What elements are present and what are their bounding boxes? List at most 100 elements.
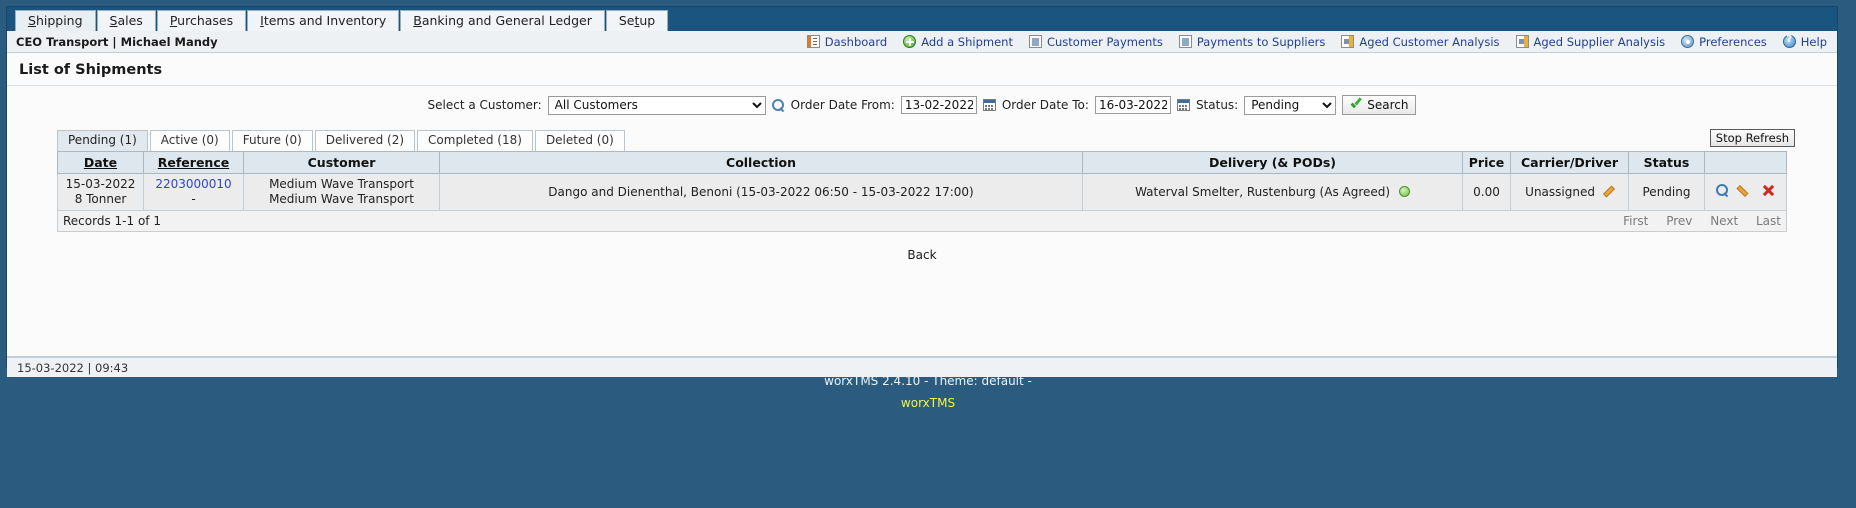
cell-carrier-text: Unassigned <box>1525 185 1595 199</box>
calendar-icon-from[interactable] <box>982 99 996 111</box>
cell-date-line1: 15-03-2022 <box>65 177 136 191</box>
status-filter-label: Status: <box>1195 98 1239 112</box>
application-window: SShippinghipping Sales Purchases Items a… <box>6 6 1838 377</box>
quick-link-aged-customer-analysis[interactable]: Aged Customer Analysis <box>1341 34 1500 49</box>
table-footer-row: Records 1-1 of 1 First Prev Next Last <box>57 210 1787 232</box>
cell-reference: 2203000010 - <box>143 173 244 211</box>
quick-link-aged-supplier-analysis-label: Aged Supplier Analysis <box>1533 34 1666 49</box>
cell-status: Pending <box>1628 173 1705 211</box>
cell-carrier-driver: Unassigned <box>1510 173 1629 211</box>
quick-link-customer-payments[interactable]: Customer Payments <box>1028 34 1163 49</box>
main-menu-bar: SShippinghipping Sales Purchases Items a… <box>7 7 1837 31</box>
back-link-wrapper: Back <box>7 248 1837 262</box>
edit-pencil-icon[interactable] <box>1603 186 1614 197</box>
shipments-table: Date Reference Customer Collection Deliv… <box>57 151 1787 232</box>
menu-tab-sales[interactable]: Sales <box>96 10 156 31</box>
view-icon[interactable] <box>1716 184 1729 197</box>
column-header-status: Status <box>1628 151 1705 174</box>
column-header-delivery: Delivery (& PODs) <box>1082 151 1463 174</box>
back-link[interactable]: Back <box>907 248 936 262</box>
date-to-input[interactable] <box>1094 96 1171 114</box>
report-icon <box>1341 35 1355 48</box>
edit-icon[interactable] <box>1739 184 1752 197</box>
status-bar-datetime: 15-03-2022 | 09:43 <box>17 360 129 375</box>
quick-link-dashboard[interactable]: Dashboard <box>806 35 887 49</box>
reference-link[interactable]: 2203000010 <box>149 177 238 192</box>
document-icon <box>1028 35 1042 48</box>
date-to-label: Order Date To: <box>1001 98 1089 112</box>
search-button-label: Search <box>1367 98 1409 112</box>
cell-customer-line2: Medium Wave Transport <box>269 192 414 206</box>
status-tab-row: Pending (1) Active (0) Future (0) Delive… <box>57 129 1837 151</box>
table-header-row: Date Reference Customer Collection Deliv… <box>57 151 1787 174</box>
footer-brand-link[interactable]: worxTMS <box>0 396 1856 410</box>
content-panel: List of Shipments Select a Customer: All… <box>7 53 1837 357</box>
quick-link-add-a-shipment-label: Add a Shipment <box>921 34 1013 49</box>
help-icon <box>1782 34 1796 48</box>
customer-select[interactable]: All Customers <box>547 95 766 115</box>
menu-tab-items-and-inventory[interactable]: Items and Inventory <box>247 10 400 31</box>
menu-tab-purchases[interactable]: Purchases <box>156 10 247 31</box>
page-title: List of Shipments <box>7 53 1837 86</box>
column-header-price: Price <box>1462 151 1511 174</box>
quick-link-aged-supplier-analysis[interactable]: Aged Supplier Analysis <box>1515 34 1666 49</box>
cell-date: 15-03-2022 8 Tonner <box>57 173 144 211</box>
column-header-reference[interactable]: Reference <box>143 151 244 174</box>
menu-tab-setup[interactable]: Setup <box>605 10 669 31</box>
cell-collection: Dango and Dienenthal, Benoni (15-03-2022… <box>439 173 1083 211</box>
search-button[interactable]: Search <box>1342 95 1417 115</box>
cell-delivery-text: Waterval Smelter, Rustenburg (As Agreed) <box>1135 185 1391 199</box>
cell-date-line2: 8 Tonner <box>74 192 127 206</box>
menu-tab-banking-and-general-ledger[interactable]: Banking and General Ledger <box>400 10 605 31</box>
column-header-date[interactable]: Date <box>57 151 144 174</box>
pod-status-icon <box>1398 186 1410 197</box>
cell-price: 0.00 <box>1462 173 1511 211</box>
calendar-icon-to[interactable] <box>1176 99 1190 111</box>
status-select[interactable]: Pending <box>1244 95 1337 115</box>
cell-actions <box>1704 173 1787 211</box>
pager-first[interactable]: First <box>1623 214 1648 228</box>
quick-link-payments-to-suppliers-label: Payments to Suppliers <box>1196 34 1326 49</box>
cell-customer: Medium Wave Transport Medium Wave Transp… <box>243 173 440 211</box>
shipments-table-wrapper: Date Reference Customer Collection Deliv… <box>57 151 1787 232</box>
tab-delivered[interactable]: Delivered (2) <box>314 130 416 151</box>
footer-version: worxTMS 2.4.10 - Theme: default - <box>824 374 1032 388</box>
tab-pending[interactable]: Pending (1) <box>57 130 148 151</box>
report-icon <box>1515 35 1529 48</box>
tab-deleted[interactable]: Deleted (0) <box>534 130 625 151</box>
secondary-toolbar: CEO Transport | Michael Mandy Dashboard … <box>7 31 1837 53</box>
quick-link-preferences[interactable]: Preferences <box>1681 35 1767 49</box>
pager-prev[interactable]: Prev <box>1666 214 1692 228</box>
stop-refresh-button[interactable]: Stop Refresh <box>1709 129 1795 147</box>
document-icon <box>1178 35 1192 48</box>
cell-customer-line1: Medium Wave Transport <box>269 177 414 191</box>
checkmark-icon <box>1350 99 1363 111</box>
pager-next[interactable]: Next <box>1710 214 1738 228</box>
page-background: SShippinghipping Sales Purchases Items a… <box>0 0 1856 508</box>
tab-completed[interactable]: Completed (18) <box>417 130 533 151</box>
quick-link-add-a-shipment[interactable]: Add a Shipment <box>903 35 1013 49</box>
date-from-label: Order Date From: <box>790 98 895 112</box>
records-count: Records 1-1 of 1 <box>63 214 161 228</box>
column-header-collection: Collection <box>439 151 1083 174</box>
menu-tab-shipping[interactable]: SShippinghipping <box>15 10 96 31</box>
cell-reference-sub: - <box>191 192 196 206</box>
gear-icon <box>1681 35 1695 48</box>
quick-link-payments-to-suppliers[interactable]: Payments to Suppliers <box>1178 34 1326 49</box>
quick-link-help-label: Help <box>1800 34 1827 49</box>
quick-link-preferences-label: Preferences <box>1699 34 1767 49</box>
tab-future[interactable]: Future (0) <box>231 130 313 151</box>
quick-link-customer-payments-label: Customer Payments <box>1046 34 1163 49</box>
date-from-input[interactable] <box>900 96 977 114</box>
quick-link-aged-customer-analysis-label: Aged Customer Analysis <box>1359 34 1500 49</box>
pager-last[interactable]: Last <box>1756 214 1781 228</box>
add-circle-icon <box>903 35 917 48</box>
column-header-carrier-driver: Carrier/Driver <box>1510 151 1629 174</box>
column-header-actions <box>1704 151 1787 174</box>
table-row[interactable]: 15-03-2022 8 Tonner 2203000010 - Medium … <box>57 173 1787 211</box>
delete-icon[interactable] <box>1762 184 1775 197</box>
pagination: First Prev Next Last <box>1609 214 1781 228</box>
quick-link-help[interactable]: Help <box>1782 34 1827 49</box>
dashboard-icon <box>806 35 820 48</box>
tab-active[interactable]: Active (0) <box>149 130 230 151</box>
